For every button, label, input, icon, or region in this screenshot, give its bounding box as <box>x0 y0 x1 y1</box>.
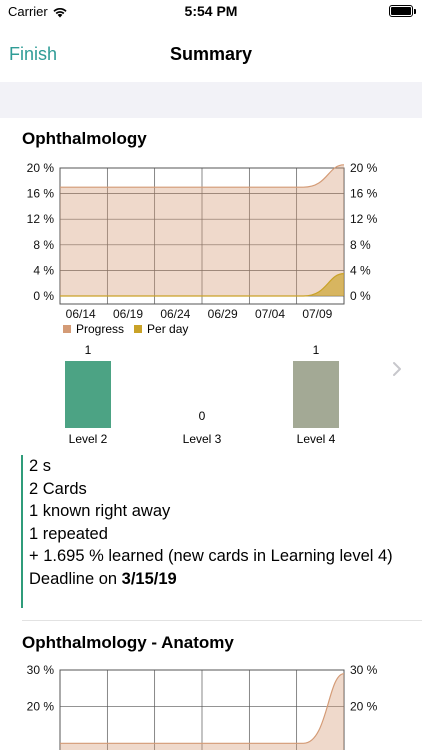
y-tick-label-right: 0 % <box>350 289 371 303</box>
level-3-count: 0 <box>198 409 206 423</box>
y-tick-label-left: 0 % <box>33 289 54 303</box>
page-title: Summary <box>169 44 253 64</box>
summary-cards: 2 Cards <box>29 479 87 498</box>
y-tick-label-left: 8 % <box>33 238 54 252</box>
legend-item-progress: Progress <box>63 322 124 336</box>
x-tick-label: 06/19 <box>113 307 143 320</box>
section-title-ophthalmology-anatomy: Ophthalmology - Anatomy <box>22 633 234 652</box>
battery-icon <box>389 5 416 17</box>
summary-deadline: Deadline on 3/15/19 <box>29 568 416 591</box>
y-tick-label-right: 12 % <box>350 212 378 226</box>
x-tick-label: 07/09 <box>302 307 332 320</box>
level-4-bar[interactable] <box>293 361 339 428</box>
x-tick-label: 06/24 <box>160 307 190 320</box>
legend-label-progress: Progress <box>76 322 125 336</box>
legend-swatch-per-day <box>134 325 143 333</box>
y-tick-label-left: 20 % <box>27 161 55 175</box>
y-tick-label-right: 20 % <box>350 700 378 714</box>
level-2-bar[interactable] <box>65 361 111 428</box>
x-tick-label: 06/29 <box>208 307 238 320</box>
summary-repeated: 1 repeated <box>29 524 108 543</box>
summary-duration: 2 s <box>29 457 52 475</box>
progress-chart: 20 % 20 % 16 % 16 % 12 % 12 % 8 % 8 % 4 % 4 % 0 % 0… <box>27 161 378 320</box>
y-tick-label-right: 8 % <box>350 238 371 252</box>
level-4-label: Level 4 <box>296 432 336 446</box>
y-tick-label-left: 12 % <box>27 212 55 226</box>
legend-item-per-day: Per day <box>134 322 188 336</box>
status-time: 5:54 PM <box>184 3 238 19</box>
level-2-count: 1 <box>84 343 92 357</box>
legend-label-per-day: Per day <box>147 322 189 336</box>
status-bar: Carrier 5:54 PM <box>0 0 422 24</box>
session-summary: 2 s 2 Cards 1 known right away 1 repeate… <box>21 455 416 608</box>
level-3-label: Level 3 <box>182 432 222 446</box>
y-tick-label-right: 30 % <box>350 663 378 677</box>
x-tick-label: 07/04 <box>255 307 285 320</box>
x-tick-label: 06/14 <box>66 307 96 320</box>
level-2-label: Level 2 <box>68 432 108 446</box>
section-divider <box>22 620 422 621</box>
legend-swatch-progress <box>63 325 71 333</box>
y-tick-label-left: 16 % <box>27 187 55 201</box>
section-title-ophthalmology: Ophthalmology <box>22 129 147 148</box>
y-tick-label-right: 16 % <box>350 187 378 201</box>
summary-known: 1 known right away <box>29 502 171 520</box>
navigation-bar: Finish Summary <box>0 38 422 74</box>
chart-legend: Progress Per day <box>63 322 192 336</box>
y-tick-label-left: 20 % <box>27 700 55 714</box>
level-4-count: 1 <box>312 343 320 357</box>
y-tick-label-left: 4 % <box>33 263 54 277</box>
summary-learned: + 1.695 % learned (new cards in Learning… <box>29 547 393 565</box>
section-spacer <box>0 82 422 118</box>
y-tick-label-right: 4 % <box>350 263 371 277</box>
y-tick-label-left: 30 % <box>27 663 55 677</box>
y-tick-label-right: 20 % <box>350 161 378 175</box>
deadline-date: 3/15/19 <box>121 569 177 588</box>
chevron-right-icon[interactable] <box>390 359 404 379</box>
progress-chart-anatomy: 30 % 30 % 20 % 20 % <box>27 663 378 750</box>
deadline-prefix: Deadline on <box>29 569 122 588</box>
